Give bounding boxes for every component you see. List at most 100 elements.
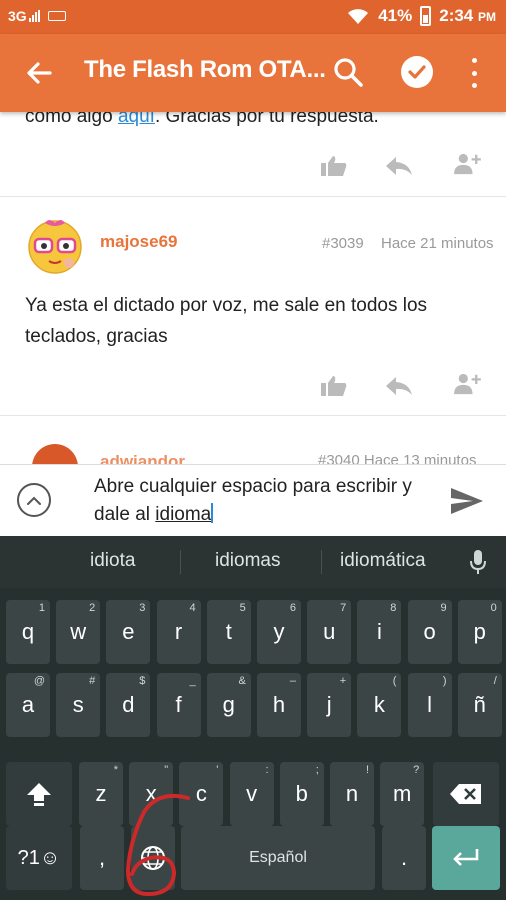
globe-icon	[141, 846, 165, 870]
key-label: t	[225, 619, 232, 644]
signal-icon	[28, 10, 40, 22]
key-h[interactable]: – h	[257, 673, 301, 737]
key-label: m	[393, 781, 412, 806]
key-label: d	[122, 692, 135, 717]
checkmark-glyph	[408, 65, 426, 79]
comma-key[interactable]: ,	[80, 826, 124, 890]
key-s[interactable]: # s	[56, 673, 101, 737]
key-hint: #	[89, 675, 96, 687]
suggestion-1[interactable]: idiota	[90, 550, 135, 572]
reply-icon[interactable]	[384, 374, 414, 398]
key-m[interactable]: ? m	[380, 762, 425, 826]
key-hint: 5	[239, 602, 246, 614]
post-username[interactable]: adwiandor	[100, 452, 185, 464]
post-divider	[0, 196, 506, 197]
keyboard: idiota idiomas idiomática 1q2w3e4r5t6y7u…	[0, 536, 506, 900]
key-hint: 3	[139, 602, 146, 614]
key-hint: ?	[413, 764, 420, 776]
post-username[interactable]: majose69	[100, 232, 178, 252]
back-arrow-icon[interactable]	[22, 56, 56, 90]
key-b[interactable]: ; b	[279, 762, 324, 826]
network-type: 3G	[8, 8, 27, 24]
key-x[interactable]: " x	[129, 762, 174, 826]
key-z[interactable]: * z	[79, 762, 123, 826]
reply-icon[interactable]	[384, 154, 414, 178]
key-hint: 8	[390, 602, 397, 614]
key-g[interactable]: & g	[206, 673, 251, 737]
key-j[interactable]: + j	[307, 673, 352, 737]
key-label: j	[326, 692, 332, 717]
key-hint: 0	[490, 602, 497, 614]
post-number: #3039	[322, 235, 364, 252]
suggestion-divider	[180, 550, 181, 574]
battery-icon	[420, 6, 432, 26]
microphone-icon[interactable]	[470, 549, 486, 575]
key-hint: )	[442, 675, 447, 687]
shift-key[interactable]	[6, 762, 72, 826]
key-hint: "	[164, 764, 169, 776]
more-vert-icon[interactable]	[466, 58, 482, 88]
key-a[interactable]: @ a	[6, 673, 50, 737]
reply-input[interactable]: Abre cualquier espacio para escribir y d…	[94, 473, 434, 529]
key-r[interactable]: 4r	[156, 600, 201, 664]
language-key[interactable]	[131, 826, 175, 890]
key-k[interactable]: (k	[357, 673, 402, 737]
key-label: i	[376, 619, 382, 644]
avatar[interactable]	[25, 215, 85, 275]
space-key[interactable]: Español	[181, 826, 375, 890]
key-q[interactable]: 1q	[6, 600, 50, 664]
search-icon[interactable]	[332, 56, 364, 88]
key-y[interactable]: 6y	[257, 600, 301, 664]
backspace-icon	[450, 784, 481, 804]
key-v[interactable]: :v	[229, 762, 274, 826]
suggestion-2[interactable]: idiomas	[215, 550, 280, 572]
key-w[interactable]: 2w	[56, 600, 101, 664]
like-icon[interactable]	[319, 154, 349, 178]
text-cursor	[211, 503, 214, 523]
avatar[interactable]	[32, 444, 78, 464]
send-icon[interactable]	[449, 486, 485, 516]
previous-post-link[interactable]: aquí	[118, 112, 155, 127]
enter-key[interactable]	[432, 826, 500, 890]
key-label: x	[145, 781, 157, 806]
chevron-up-icon	[27, 496, 41, 505]
key-e[interactable]: 3e	[106, 600, 151, 664]
like-icon[interactable]	[319, 374, 349, 398]
compose-bar: Abre cualquier espacio para escribir y d…	[0, 464, 506, 536]
key-label: k	[373, 692, 385, 717]
key-u[interactable]: 7u	[307, 600, 352, 664]
suggestion-3[interactable]: idiomática	[340, 550, 426, 572]
posts-list[interactable]: como algo aquí. Gracias por tu respuesta…	[0, 112, 506, 464]
key-f[interactable]: _ f	[156, 673, 201, 737]
key-label: ñ	[473, 692, 486, 717]
expand-compose-button[interactable]	[17, 483, 51, 517]
symbols-key[interactable]: ?1☺	[6, 826, 72, 890]
key-hint: &	[238, 675, 246, 687]
key-n[interactable]: ! n	[330, 762, 374, 826]
key-i[interactable]: 8i	[357, 600, 402, 664]
key-t[interactable]: 5t	[206, 600, 251, 664]
key-label: b	[295, 781, 308, 806]
key-p[interactable]: 0p	[457, 600, 502, 664]
key-hint: 4	[189, 602, 196, 614]
key-c[interactable]: ' c	[179, 762, 224, 826]
follow-user-icon[interactable]	[452, 372, 482, 396]
key-hint: !	[365, 764, 369, 776]
key-label: f	[175, 692, 182, 717]
key-ñ[interactable]: / ñ	[457, 673, 502, 737]
key-d[interactable]: $ d	[106, 673, 151, 737]
backspace-key[interactable]	[433, 762, 499, 826]
key-label: w	[70, 619, 87, 644]
key-o[interactable]: 9o	[407, 600, 452, 664]
key-label: v	[246, 781, 258, 806]
check-icon[interactable]	[401, 56, 433, 88]
follow-user-icon[interactable]	[452, 152, 482, 176]
app-bar: The Flash Rom OTA...	[0, 34, 506, 112]
key-label: a	[21, 692, 35, 717]
key-hint: 9	[440, 602, 447, 614]
clock: 2:34 PM	[439, 6, 496, 25]
period-key[interactable]: .	[382, 826, 426, 890]
key-hint: +	[339, 675, 347, 687]
key-l[interactable]: ) l	[407, 673, 452, 737]
key-label: p	[473, 619, 486, 644]
